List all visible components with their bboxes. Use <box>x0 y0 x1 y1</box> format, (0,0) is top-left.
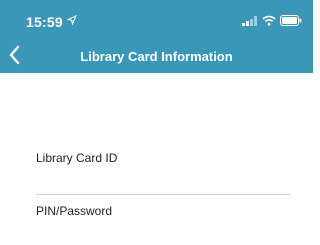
page-title: Library Card Information <box>80 49 233 64</box>
cellular-signal-icon <box>242 16 257 26</box>
battery-icon <box>280 15 302 26</box>
form-content: Library Card ID PIN/Password <box>0 73 313 245</box>
status-time: 15:59 <box>26 14 63 30</box>
navigation-bar: Library Card Information <box>0 40 313 73</box>
library-card-id-field[interactable]: Library Card ID <box>36 151 291 165</box>
pin-password-field[interactable]: PIN/Password <box>36 204 291 218</box>
location-arrow-icon <box>67 15 77 25</box>
status-bar: 15:59 <box>0 0 313 40</box>
header: 15:59 Library Card Information <box>0 0 313 73</box>
field-divider <box>36 194 291 195</box>
wifi-icon <box>262 15 276 26</box>
